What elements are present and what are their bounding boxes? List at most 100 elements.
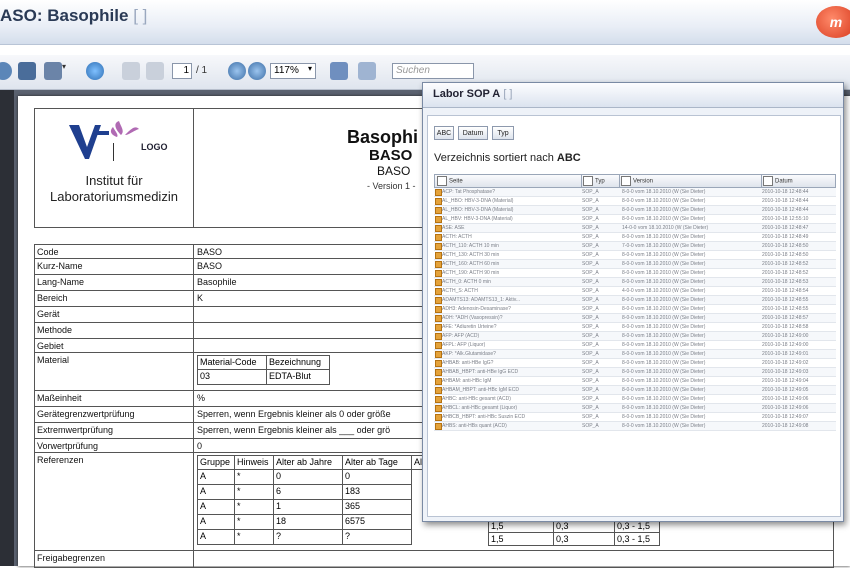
print-icon[interactable] [44,62,62,80]
sop-list-item[interactable]: ACTH_0: ACTH 0 min SOP_A 8-0-0 vom 18.10.2… [434,278,836,287]
sop-list-cell: SOP_A [582,207,599,213]
sort-abc-button[interactable]: ABC [434,126,454,140]
sop-list-item[interactable]: ACTH_130: ACTH 30 min SOP_A 8-0-0 vom 18.1… [434,251,836,260]
sop-list-item[interactable]: AHBAM_HBPT: anti-HBc IgM ECD SOP_A 8-0-0 v… [434,386,836,395]
sop-list-item[interactable]: AFPL: AFP (Liquor) SOP_A 8-0-0 vom 18.10.2… [434,341,836,350]
document-icon [435,207,442,214]
sop-list-item[interactable]: AL_HBO: HBV-3-DNA (Material) SOP_A 8-0-0 v… [434,206,836,215]
ref-cell: A [197,514,235,530]
sop-list-cell: SOP_A [582,261,599,267]
fit-width-icon[interactable] [358,62,376,80]
ref-header-alter-tage: Alter ab Tage [342,455,412,470]
sop-list-item[interactable]: ACTH_160: ACTH 60 min SOP_A 8-0-0 vom 18.1… [434,260,836,269]
sop-list-item[interactable]: AHBAB_HBPT: anti-HBe IgG ECD SOP_A 8-0-0 v… [434,368,836,377]
sop-list-item[interactable]: AHBC: anti-HBc gesamt (ACD) SOP_A 8-0-0 vo… [434,395,836,404]
sop-list-item[interactable]: ASE: ASE SOP_A 14-0-0 vom 18.10.2010 (W (S… [434,224,836,233]
sop-list-item[interactable]: ACTH_110: ACTH 10 min SOP_A 7-0-0 vom 18.1… [434,242,836,251]
document-icon [435,369,442,376]
sop-list-cell: 2010-10-18 12:48:55 [762,306,809,312]
sop-list-cell: 8-0-0 vom 18.10.2010 (W (Sie Dieter) [622,387,706,393]
field-label: Gebiet [37,341,64,351]
back-icon[interactable] [0,62,12,80]
sop-list-item[interactable]: AHBAB: anti-HBe IgG? SOP_A 8-0-0 vom 18.10… [434,359,836,368]
sop-list-item[interactable]: ADAMTS13: ADAMTS13_1: Aktiv... SOP_A 8-0-0… [434,296,836,305]
globe-icon[interactable] [86,62,104,80]
ref-cell: 183 [342,484,412,500]
ref-cell: 0 [342,469,412,485]
popup-titlebar[interactable]: Labor SOP A [ ] [423,83,843,108]
sop-list-cell: SOP_A [582,243,599,249]
sop-list-item[interactable]: AHBS: anti-HBs quant (ACD) SOP_A 8-0-0 vom… [434,422,836,431]
material-cell-bezeichnung: EDTA-Blut [266,369,330,385]
sop-list-item[interactable]: ACTH_190: ACTH 90 min SOP_A 8-0-0 vom 18.1… [434,269,836,278]
sop-list-cell: 8-0-0 vom 18.10.2010 (W (Sie Dieter) [622,369,706,375]
sop-list-item[interactable]: AL_HBV: HBV-3-DNA (Material) SOP_A 8-0-0 v… [434,215,836,224]
filter-icon[interactable] [621,176,631,186]
print-dropdown-chevron-icon[interactable]: ▾ [62,62,70,80]
column-header-typ[interactable]: Typ [583,176,605,186]
sop-list-cell: AHBCL: anti-HBc gesamt (Liquor) [442,405,518,411]
filter-icon[interactable] [437,176,447,186]
zoom-in-icon[interactable] [248,62,266,80]
field-label: Lang-Name [37,277,85,287]
sop-list-item[interactable]: ADH: *ADH (Vasopressin)? SOP_A 8-0-0 vom 1… [434,314,836,323]
column-header-version[interactable]: Version [621,176,653,186]
sop-list-cell: ACTH_S: ACTH [442,288,478,294]
sop-list-cell: ADAMTS13: ADAMTS13_1: Aktiv... [442,297,520,303]
sop-list-item[interactable]: AKP: *Alk.Glutamidase? SOP_A 8-0-0 vom 18.… [434,350,836,359]
filter-icon[interactable] [583,176,593,186]
sop-list-cell: SOP_A [582,342,599,348]
sop-list-cell: 8-0-0 vom 18.10.2010 (W (Sie Dieter) [622,270,706,276]
ref-cell: 365 [342,499,412,515]
sort-datum-button[interactable]: Datum [458,126,488,140]
sop-list-item[interactable]: AFE: *Adiuretin Urteine? SOP_A 8-0-0 vom 1… [434,323,836,332]
field-value: BASO [197,247,223,257]
sop-list-item[interactable]: ACP: Tat Phosphatase? SOP_A 8-0-0 vom 18.1… [434,188,836,197]
ref-extra-cell: 0,3 [553,532,615,546]
sop-list-cell: AL_HBO: HBV-3-DNA (Material) [442,198,514,204]
sop-list-cell: SOP_A [582,306,599,312]
document-icon [435,306,442,313]
sop-list-item[interactable]: AHBCB_HBPT: anti-HBc Suszin ECD SOP_A 8-0-… [434,413,836,422]
page-up-icon[interactable] [122,62,140,80]
zoom-select[interactable]: 117% ▾ [270,63,316,79]
sop-list-item[interactable]: AFP: AFP (ACD) SOP_A 8-0-0 vom 18.10.2010 … [434,332,836,341]
ref-extra-cell: 1,5 [488,532,554,546]
sop-list-item[interactable]: AL_HBO: HBV-3-DNA (Material) SOP_A 8-0-0 v… [434,197,836,206]
sop-list-cell: SOP_A [582,297,599,303]
filter-icon[interactable] [763,176,773,186]
document-icon [435,333,442,340]
sop-list-item[interactable]: AHBCL: anti-HBc gesamt (Liquor) SOP_A 8-0-… [434,404,836,413]
save-icon[interactable] [18,62,36,80]
column-header-datum[interactable]: Datum [763,176,793,186]
sop-list-cell: AL_HBO: HBV-3-DNA (Material) [442,207,514,213]
sop-list-cell: AHBC: anti-HBc gesamt (ACD) [442,396,511,402]
sop-list-cell: 2010-10-18 12:55:10 [762,216,809,222]
fit-page-icon[interactable] [330,62,348,80]
search-input[interactable]: Suchen [392,63,474,79]
sop-list-cell: 2010-10-18 12:48:52 [762,261,809,267]
sop-list-cell: 2010-10-18 12:49:00 [762,342,809,348]
sop-list-item[interactable]: ADH3: Adenosin-Desaminase? SOP_A 8-0-0 vom… [434,305,836,314]
sop-list-item[interactable]: ACTH_S: ACTH SOP_A 4-0-0 vom 18.10.2010 (W… [434,287,836,296]
sop-list-item[interactable]: ACTH: ACTH SOP_A 8-0-0 vom 18.10.2010 (W (… [434,233,836,242]
field-label: Extremwertprüfung [37,425,114,435]
sop-list-item[interactable]: AHBAM: anti-HBc IgM SOP_A 8-0-0 vom 18.10.… [434,377,836,386]
page-number-input[interactable]: 1 [172,63,192,79]
sort-typ-button[interactable]: Typ [492,126,514,140]
document-icon [435,423,442,430]
column-header-seite[interactable]: Seite [437,176,463,186]
sop-list-cell: 4-0-0 vom 18.10.2010 (W (Sie Dieter) [622,288,706,294]
sop-list-cell: AFP: AFP (ACD) [442,333,480,339]
sop-list-cell: 2010-10-18 12:49:07 [762,414,809,420]
zoom-out-icon[interactable] [228,62,246,80]
page-down-icon[interactable] [146,62,164,80]
sop-list-cell: AHBS: anti-HBs quant (ACD) [442,423,507,429]
field-label: Vorwertprüfung [37,441,99,451]
labor-sop-popup[interactable]: Labor SOP A [ ] ABC Datum Typ Verzeichni… [422,82,844,522]
sop-list-cell: 8-0-0 vom 18.10.2010 (W (Sie Dieter) [622,252,706,258]
sop-list-cell: SOP_A [582,216,599,222]
document-icon [435,315,442,322]
sop-list-cell: 8-0-0 vom 18.10.2010 (W (Sie Dieter) [622,261,706,267]
sop-list-cell: AHBAB_HBPT: anti-HBe IgG ECD [442,369,519,375]
